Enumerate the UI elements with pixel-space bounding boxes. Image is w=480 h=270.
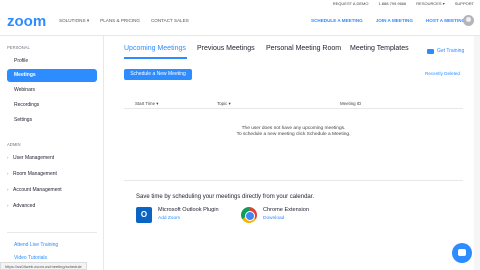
sidebar-group-room-management[interactable]: › Room Management	[7, 170, 57, 178]
column-start-time[interactable]: Start Time ▾	[135, 101, 158, 107]
get-training-label: Get Training	[437, 48, 465, 54]
tab-personal-meeting-room[interactable]: Personal Meeting Room	[266, 45, 341, 52]
nav-solutions[interactable]: SOLUTIONS ▾	[59, 18, 89, 24]
status-bar-url: https://us04web.zoom.us/meeting/schedule	[0, 262, 87, 270]
chrome-extension: Chrome Extension Download	[241, 207, 309, 223]
video-tutorials-link[interactable]: Video Tutorials	[14, 255, 47, 261]
column-topic[interactable]: Topic ▾	[217, 101, 231, 107]
plugin-name: Microsoft Outlook Plugin	[158, 207, 219, 213]
resources-menu[interactable]: RESOURCES ▾	[416, 1, 444, 6]
nav-plans-pricing[interactable]: PLANS & PRICING	[100, 18, 140, 24]
nav-contact-sales[interactable]: CONTACT SALES	[151, 18, 189, 24]
group-label: Room Management	[13, 171, 57, 177]
chat-icon[interactable]	[452, 243, 472, 263]
empty-state-hint: To schedule a new meeting click Schedule…	[236, 132, 351, 137]
main-content: Upcoming Meetings Previous Meetings Pers…	[105, 36, 480, 270]
active-tab-indicator	[124, 57, 187, 59]
plugin-name: Chrome Extension	[263, 207, 310, 213]
tab-meeting-templates[interactable]: Meeting Templates	[350, 45, 409, 52]
sidebar: PERSONAL Profile Meetings Webinars Recor…	[0, 36, 104, 270]
outlook-plugin: O Microsoft Outlook Plugin Add Zoom	[136, 207, 219, 223]
group-label: User Management	[13, 155, 55, 161]
sidebar-group-account-management[interactable]: › Account Management	[7, 186, 62, 194]
sidebar-group-advanced[interactable]: › Advanced	[7, 202, 35, 210]
group-label: Account Management	[13, 187, 62, 193]
utility-bar: REQUEST A DEMO 1.888.799.9666 RESOURCES …	[0, 0, 480, 7]
add-zoom-link[interactable]: Add Zoom	[158, 216, 219, 221]
sidebar-item-settings[interactable]: Settings	[7, 114, 97, 127]
meetings-table-header: Start Time ▾ Topic ▾ Meeting ID	[124, 98, 463, 109]
empty-state-message: The user does not have any upcoming meet…	[241, 126, 346, 131]
nav-left: SOLUTIONS ▾ PLANS & PRICING CONTACT SALE…	[59, 18, 189, 24]
schedule-new-meeting-button[interactable]: Schedule a New Meeting	[124, 69, 192, 80]
request-demo-link[interactable]: REQUEST A DEMO	[333, 1, 369, 6]
sidebar-item-meetings[interactable]: Meetings	[7, 69, 97, 82]
outlook-icon: O	[136, 207, 152, 223]
chrome-icon	[241, 207, 257, 223]
nav-join-meeting[interactable]: JOIN A MEETING	[376, 18, 413, 24]
column-meeting-id: Meeting ID	[340, 101, 362, 106]
page-scrollbar[interactable]	[474, 36, 480, 270]
support-link[interactable]: SUPPORT	[455, 1, 474, 6]
sidebar-group-user-management[interactable]: › User Management	[7, 154, 54, 162]
attend-live-training-link[interactable]: Attend Live Training	[14, 242, 58, 248]
group-label: Advanced	[13, 203, 36, 209]
zoom-logo[interactable]: zoom	[7, 13, 46, 30]
sidebar-divider	[7, 232, 97, 233]
sidebar-item-profile[interactable]: Profile	[7, 55, 97, 68]
nav-schedule-meeting[interactable]: SCHEDULE A MEETING	[311, 18, 363, 24]
section-personal: PERSONAL	[7, 45, 30, 50]
get-training-link[interactable]: Get Training	[427, 48, 464, 54]
recently-deleted-link[interactable]: Recently Deleted	[425, 71, 460, 76]
tab-upcoming-meetings[interactable]: Upcoming Meetings	[124, 45, 186, 52]
sidebar-item-webinars[interactable]: Webinars	[7, 84, 97, 97]
avatar[interactable]	[463, 15, 474, 26]
calendar-integration-panel: Save time by scheduling your meetings di…	[124, 180, 463, 232]
tab-previous-meetings[interactable]: Previous Meetings	[197, 45, 255, 52]
sidebar-item-recordings[interactable]: Recordings	[7, 99, 97, 112]
calendar-panel-title: Save time by scheduling your meetings di…	[136, 194, 315, 200]
section-admin: ADMIN	[7, 142, 21, 147]
download-link[interactable]: Download	[263, 216, 309, 221]
phone-number: 1.888.799.9666	[378, 1, 407, 6]
video-icon	[427, 48, 434, 54]
nav-right: SCHEDULE A MEETING JOIN A MEETING HOST A…	[311, 18, 469, 24]
header: zoom SOLUTIONS ▾ PLANS & PRICING CONTACT…	[0, 7, 480, 36]
